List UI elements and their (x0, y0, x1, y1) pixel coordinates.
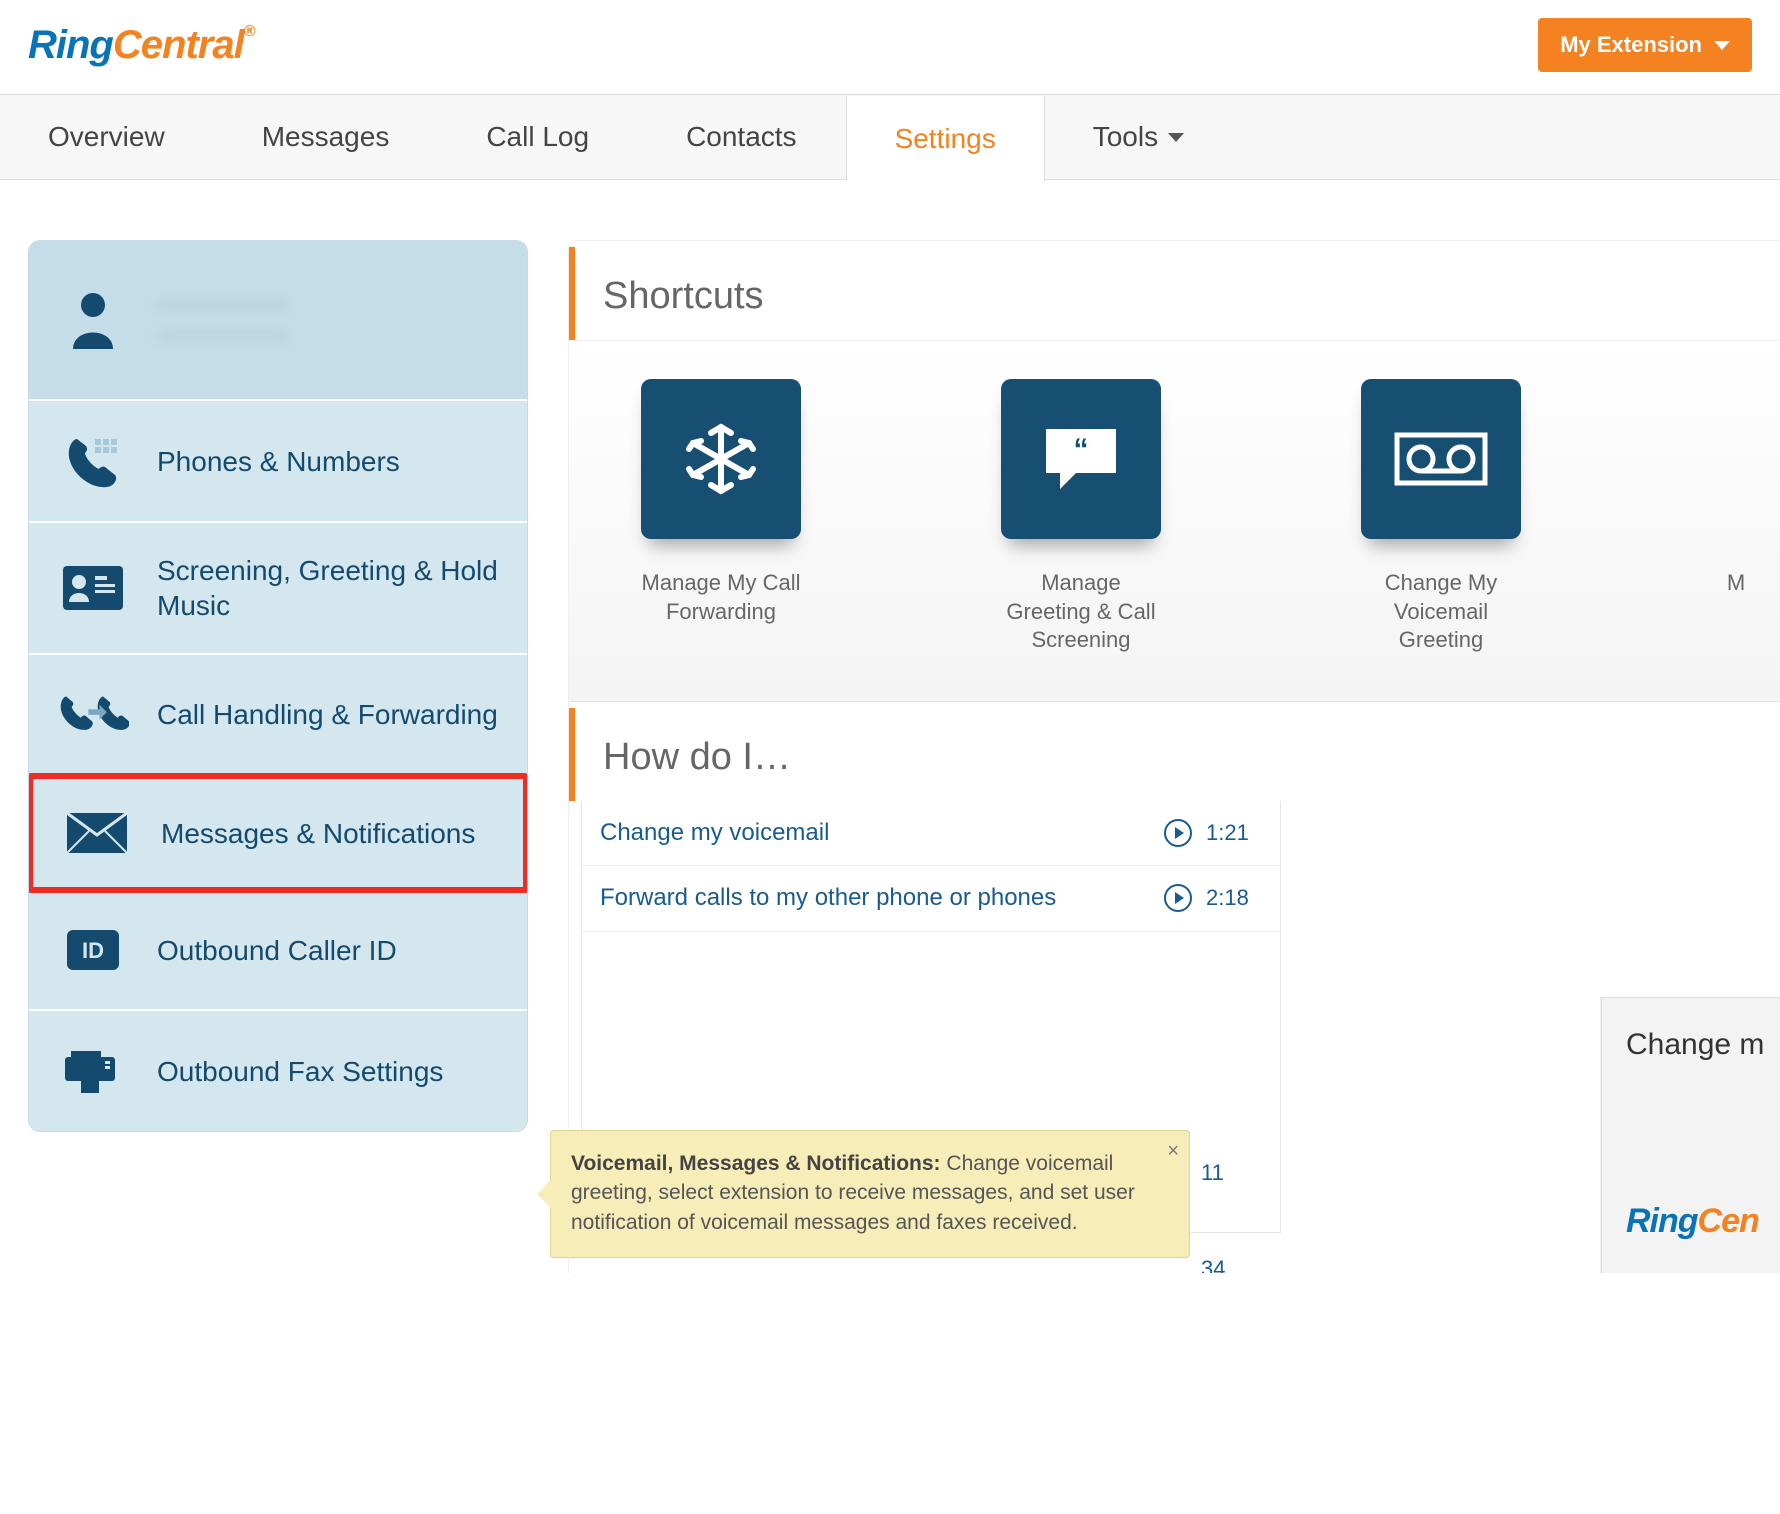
sidebar-item-label: Phones & Numbers (157, 444, 400, 479)
close-icon[interactable]: × (1167, 1137, 1179, 1165)
nav-tab-tools[interactable]: Tools (1045, 95, 1233, 179)
snowflake-icon (641, 379, 801, 539)
howdoi-title: Change my voicemail (600, 817, 1150, 849)
logo[interactable]: RingCentral® (28, 23, 254, 68)
sidebar-item-messages-notifications[interactable]: Messages & Notifications (28, 773, 528, 893)
tooltip-messages-notifications: × Voicemail, Messages & Notifications: C… (550, 1130, 1190, 1258)
sidebar-user-name: —————— —————— (157, 289, 289, 351)
nav-tab-tools-label: Tools (1093, 121, 1158, 153)
svg-text:ID: ID (82, 938, 104, 963)
main-panel: Shortcuts Manage My Call Forwarding “ Ma… (568, 240, 1780, 1273)
nav-tabs: Overview Messages Call Log Contacts Sett… (0, 94, 1780, 180)
sidebar-item-call-handling[interactable]: Call Handling & Forwarding (29, 655, 527, 775)
chevron-down-icon (1714, 41, 1730, 50)
play-icon (1164, 884, 1192, 912)
sidebar-item-label: Messages & Notifications (161, 816, 475, 851)
howdoi-item[interactable]: Change my voicemail 1:21 (582, 801, 1280, 866)
phone-icon (57, 431, 129, 491)
chevron-down-icon (1168, 133, 1184, 142)
sidebar-item-label: Outbound Caller ID (157, 933, 397, 968)
logo-part2: Central (113, 23, 244, 67)
envelope-icon (61, 811, 133, 855)
shortcut-label: Manage Greeting & Call Screening (1001, 569, 1161, 655)
partial-duration: 34 (1201, 1256, 1225, 1273)
sidebar-item-outbound-caller-id[interactable]: ID Outbound Caller ID (29, 891, 527, 1011)
id-card-icon (57, 564, 129, 612)
sidebar-item-screening-greeting[interactable]: Screening, Greeting & Hold Music (29, 523, 527, 655)
shortcut-label: M (1721, 569, 1751, 598)
shortcut-voicemail-greeting[interactable]: Change My Voicemail Greeting (1361, 379, 1521, 655)
howdoi-duration: 1:21 (1206, 820, 1262, 846)
fax-icon (57, 1047, 129, 1095)
my-extension-button[interactable]: My Extension (1538, 18, 1752, 72)
video-preview-panel: Change m RingCen Change my voic 44990 vi… (1600, 997, 1780, 1273)
id-badge-icon: ID (57, 928, 129, 972)
sidebar-item-outbound-fax[interactable]: Outbound Fax Settings (29, 1011, 527, 1131)
shortcut-partial[interactable]: M (1721, 379, 1751, 655)
howdoi-item[interactable]: Forward calls to my other phone or phone… (582, 866, 1280, 931)
nav-tab-call-log[interactable]: Call Log (438, 95, 638, 179)
sidebar-item-label: Call Handling & Forwarding (157, 697, 498, 732)
logo-reg: ® (244, 23, 255, 40)
shortcuts-panel: Manage My Call Forwarding “ Manage Greet… (569, 340, 1780, 702)
shortcut-greeting-screening[interactable]: “ Manage Greeting & Call Screening (1001, 379, 1161, 655)
speech-quote-icon: “ (1001, 379, 1161, 539)
cassette-icon (1361, 379, 1521, 539)
sidebar-item-label: Outbound Fax Settings (157, 1054, 443, 1089)
shortcut-label: Manage My Call Forwarding (641, 569, 801, 626)
howdoi-title: Forward calls to my other phone or phone… (600, 882, 1150, 914)
howdoi-heading: How do I… (569, 708, 1780, 801)
shortcut-call-forwarding[interactable]: Manage My Call Forwarding (641, 379, 801, 655)
shortcut-label: Change My Voicemail Greeting (1361, 569, 1521, 655)
howdoi-duration: 2:18 (1206, 885, 1262, 911)
nav-tab-settings[interactable]: Settings (846, 96, 1045, 181)
tooltip-heading: Voicemail, Messages & Notifications: (571, 1152, 941, 1175)
sidebar-user[interactable]: —————— —————— (29, 241, 527, 401)
play-icon (1164, 819, 1192, 847)
header-bar: RingCentral® My Extension (0, 0, 1780, 94)
user-icon (57, 291, 129, 349)
shortcuts-heading: Shortcuts (569, 247, 1780, 340)
logo-part1: Ring (28, 23, 113, 67)
video-thumbnail[interactable]: Change m RingCen (1601, 997, 1780, 1273)
nav-tab-messages[interactable]: Messages (214, 95, 439, 179)
nav-tab-overview[interactable]: Overview (0, 95, 214, 179)
sidebar-item-phones-numbers[interactable]: Phones & Numbers (29, 401, 527, 523)
sidebar-item-label: Screening, Greeting & Hold Music (157, 553, 499, 623)
settings-sidebar: —————— —————— Phones & Numbers Screening… (28, 240, 528, 1132)
svg-text:“: “ (1074, 433, 1089, 466)
video-thumb-title: Change m (1626, 1028, 1764, 1062)
my-extension-label: My Extension (1560, 32, 1702, 58)
nav-tab-contacts[interactable]: Contacts (638, 95, 846, 179)
call-forward-icon (57, 689, 129, 739)
partial-duration: 11 (1201, 1160, 1224, 1186)
